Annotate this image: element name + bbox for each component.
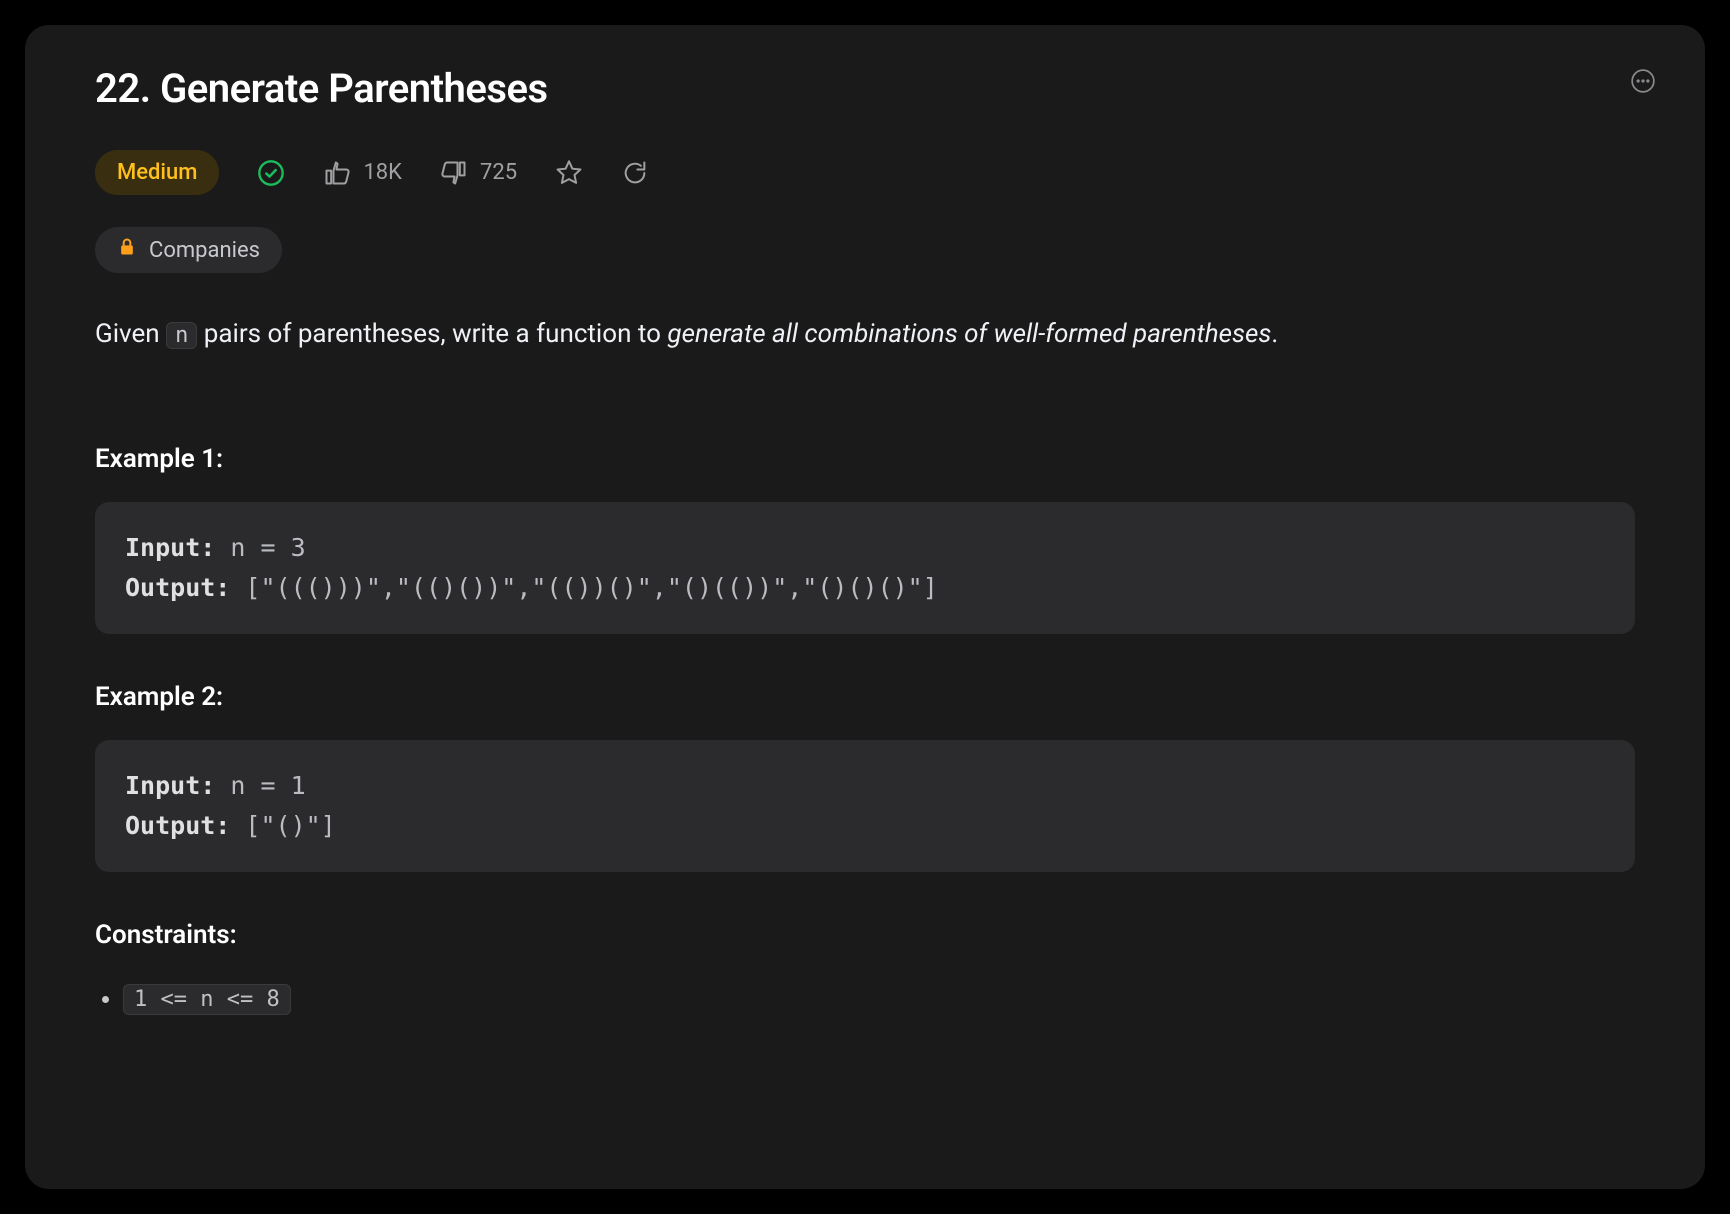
check-circle-icon (257, 159, 285, 187)
share-button[interactable] (621, 159, 649, 187)
constraints-heading: Constraints: (95, 920, 1635, 950)
solved-status[interactable] (257, 159, 285, 187)
example-heading: Example 2: (95, 682, 1635, 712)
difficulty-badge: Medium (95, 150, 219, 195)
constraints-list: 1 <= n <= 8 (95, 984, 1635, 1012)
example-2: Example 2: Input: n = 1 Output: ["()"] (95, 682, 1635, 872)
thumbs-down-icon (440, 159, 468, 187)
dislikes-count: 725 (480, 160, 517, 185)
thumbs-up-icon (323, 159, 351, 187)
constraint-item: 1 <= n <= 8 (123, 984, 1635, 1012)
inline-code-n: n (166, 322, 197, 349)
companies-label: Companies (149, 238, 260, 263)
star-icon (555, 159, 583, 187)
constraint-code: 1 <= n <= 8 (123, 984, 291, 1015)
example-code-block: Input: n = 1 Output: ["()"] (95, 740, 1635, 872)
lock-icon (117, 237, 137, 263)
problem-title: 22. Generate Parentheses (95, 65, 1635, 112)
more-options-button[interactable] (1629, 67, 1657, 95)
meta-row: Medium 18K 725 (95, 150, 1635, 195)
likes-button[interactable]: 18K (323, 159, 402, 187)
example-code-block: Input: n = 3 Output: ["((()))","(()())",… (95, 502, 1635, 634)
favorite-button[interactable] (555, 159, 583, 187)
example-1: Example 1: Input: n = 3 Output: ["((()))… (95, 444, 1635, 634)
share-arrow-icon (621, 159, 649, 187)
example-heading: Example 1: (95, 444, 1635, 474)
problem-card: 22. Generate Parentheses Medium 18K 725 (25, 25, 1705, 1189)
tags-row: Companies (95, 227, 1635, 273)
dislikes-button[interactable]: 725 (440, 159, 517, 187)
problem-description: Given n pairs of parentheses, write a fu… (95, 315, 1635, 354)
likes-count: 18K (363, 160, 402, 185)
more-horizontal-icon (1630, 68, 1656, 94)
companies-tag[interactable]: Companies (95, 227, 282, 273)
